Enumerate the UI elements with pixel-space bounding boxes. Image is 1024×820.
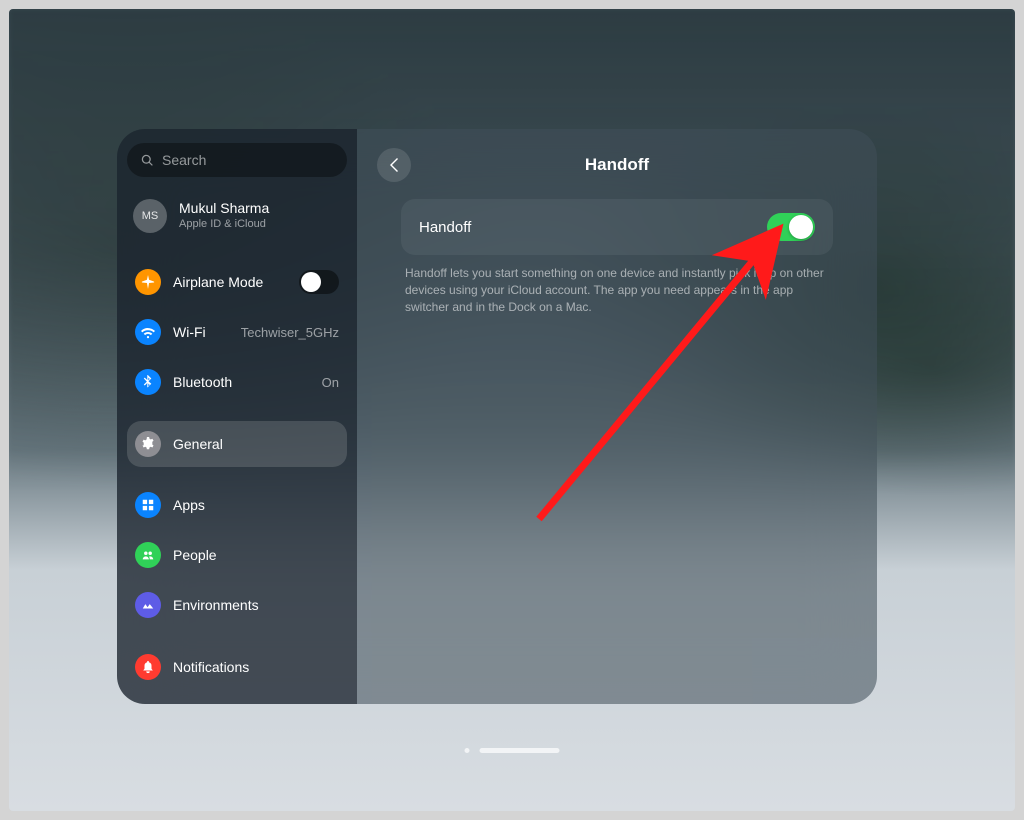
bluetooth-status: On [322,375,339,390]
settings-window: Search MS Mukul Sharma Apple ID & iCloud… [117,129,877,704]
account-subtitle: Apple ID & iCloud [179,218,269,232]
sidebar-item-label: Notifications [173,659,339,675]
bluetooth-icon [135,369,161,395]
sidebar-item-label: Environments [173,597,339,613]
account-name: Mukul Sharma [179,200,269,218]
environments-icon [135,592,161,618]
gear-icon [135,431,161,457]
sidebar-item-people[interactable]: People [127,532,347,578]
apps-icon [135,492,161,518]
sidebar-item-airplane-mode[interactable]: Airplane Mode [127,259,347,305]
handoff-row[interactable]: Handoff [401,199,833,255]
airplane-toggle-off[interactable] [299,270,339,294]
search-input[interactable]: Search [127,143,347,177]
sidebar-item-label: Apps [173,497,339,513]
settings-sidebar: Search MS Mukul Sharma Apple ID & iCloud… [117,129,357,704]
sidebar-item-general[interactable]: General [127,421,347,467]
wifi-icon [135,319,161,345]
handoff-toggle[interactable] [767,213,815,241]
handoff-label: Handoff [419,219,471,236]
sidebar-item-apps[interactable]: Apps [127,482,347,528]
home-indicator[interactable] [465,748,560,753]
page-title: Handoff [411,155,823,175]
sidebar-item-label: Bluetooth [173,374,310,390]
back-button[interactable] [377,148,411,182]
sidebar-item-label: Wi-Fi [173,324,229,340]
sidebar-item-label: Airplane Mode [173,274,287,290]
people-icon [135,542,161,568]
sidebar-item-label: General [173,436,339,452]
chevron-left-icon [390,158,399,172]
sidebar-item-wifi[interactable]: Wi-Fi Techwiser_5GHz [127,309,347,355]
sidebar-item-bluetooth[interactable]: Bluetooth On [127,359,347,405]
sidebar-item-notifications[interactable]: Notifications [127,644,347,690]
account-row[interactable]: MS Mukul Sharma Apple ID & iCloud [127,191,347,241]
handoff-description: Handoff lets you start something on one … [401,265,833,315]
search-placeholder: Search [162,152,206,168]
wallpaper-mountains: Search MS Mukul Sharma Apple ID & iCloud… [9,9,1015,811]
airplane-icon [135,269,161,295]
search-icon [141,154,154,167]
bell-icon [135,654,161,680]
wifi-network-name: Techwiser_5GHz [241,325,339,340]
sidebar-item-label: People [173,547,339,563]
avatar: MS [133,199,167,233]
detail-pane: Handoff Handoff Handoff lets you start s… [357,129,877,704]
sidebar-item-environments[interactable]: Environments [127,582,347,628]
